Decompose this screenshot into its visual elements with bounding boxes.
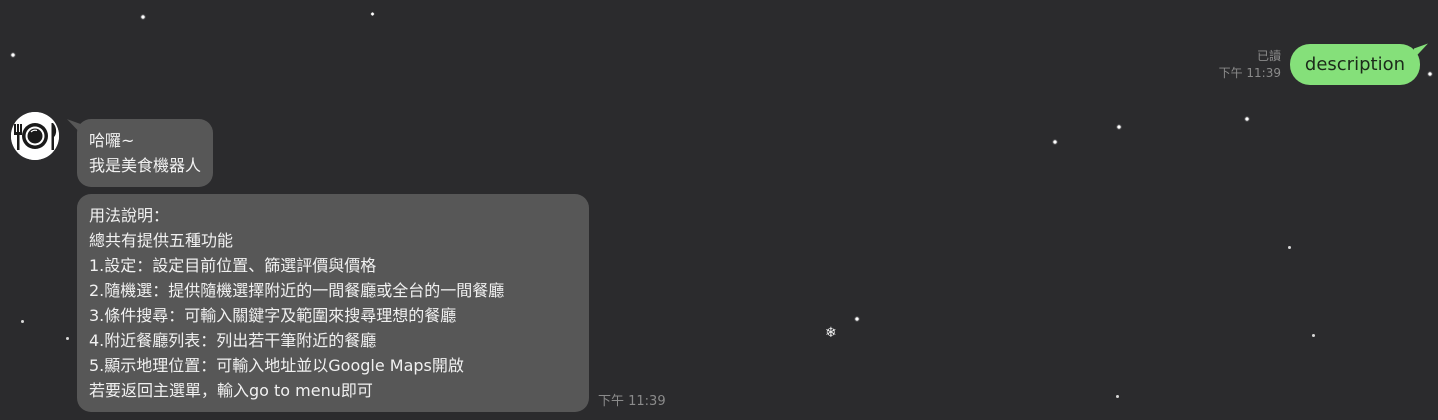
usage-line: 若要返回主選單，輸入go to menu即可 [89,381,373,400]
greeting-line: 我是美食機器人 [89,156,202,175]
snowflake-icon [10,52,16,58]
snowflake-icon: ❄ [825,325,837,341]
snowflake-icon [1116,395,1119,398]
chat-room[interactable]: ❄ 已讀 下午 11:39 description 哈囉~ 我是美食機器人 用法… [0,0,1438,420]
snowflake-icon [140,14,146,20]
snowflake-icon [1312,334,1315,337]
usage-heading: 用法說明： [89,206,170,225]
outgoing-message-meta: 已讀 下午 11:39 [1219,48,1281,82]
snowflake-icon [1052,139,1058,145]
usage-line: 5.顯示地理位置：可輸入地址並以Google Maps開啟 [89,356,464,375]
plate-with-utensils-icon [11,112,59,160]
bot-avatar[interactable] [11,112,59,160]
usage-line: 2.隨機選：提供隨機選擇附近的一間餐廳或全台的一間餐廳 [89,281,505,300]
incoming-timestamp: 下午 11:39 [598,394,666,409]
snowflake-icon [66,337,69,340]
usage-line: 1.設定：設定目前位置、篩選評價與價格 [89,256,377,275]
snowflake-icon [1288,246,1291,249]
snowflake-icon [1244,116,1250,122]
read-receipt: 已讀 [1256,49,1281,63]
snowflake-icon [1427,71,1433,77]
usage-line: 總共有提供五種功能 [89,231,234,250]
outgoing-message-bubble[interactable]: description [1289,44,1420,85]
greeting-line: 哈囉~ [89,131,135,150]
snowflake-icon [1116,124,1122,130]
bot-usage-bubble[interactable]: 用法說明： 總共有提供五種功能 1.設定：設定目前位置、篩選評價與價格 2.隨機… [77,194,589,412]
usage-line: 4.附近餐廳列表：列出若干筆附近的餐廳 [89,331,377,350]
usage-line: 3.條件搜尋：可輸入關鍵字及範圍來搜尋理想的餐廳 [89,306,457,325]
bot-greeting-bubble[interactable]: 哈囉~ 我是美食機器人 [77,119,214,187]
outgoing-timestamp: 下午 11:39 [1218,66,1281,80]
snowflake-icon [854,316,860,322]
snowflake-icon [21,320,24,323]
snowflake-icon [370,12,375,16]
